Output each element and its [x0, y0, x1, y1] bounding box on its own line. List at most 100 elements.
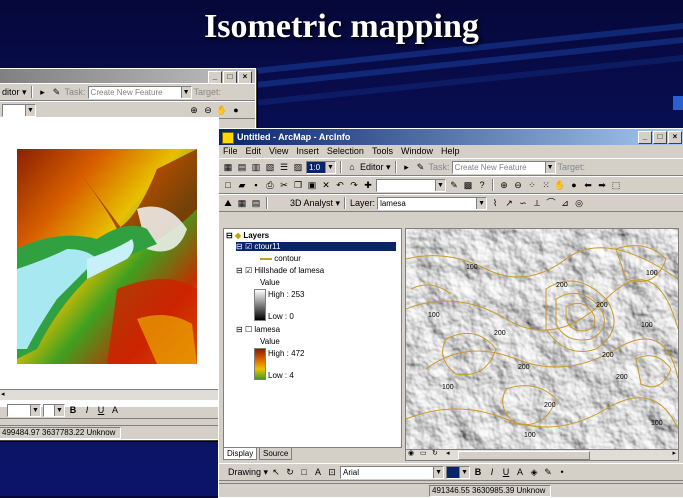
delete-icon[interactable]: ✕ [320, 179, 332, 191]
3d-analyst-menu[interactable]: 3D Analyst ▾ [290, 198, 340, 209]
new-document-icon[interactable]: □ [222, 179, 234, 191]
toc-layer-hillshade[interactable]: ⊟ ☑ Hillshade of lamesa [236, 266, 324, 275]
collapse-icon[interactable]: ⊟ [236, 266, 243, 275]
scroll-left-icon[interactable]: ◂ [1, 390, 5, 398]
print-icon[interactable]: ⎙ [264, 179, 276, 191]
undo-icon[interactable]: ↶ [334, 179, 346, 191]
layout-icon[interactable]: ▤ [236, 161, 248, 173]
menu-edit[interactable]: Edit [246, 145, 262, 158]
scroll-right-icon[interactable]: ▸ [672, 449, 676, 457]
editor-menu[interactable]: Editor ▾ [360, 162, 391, 173]
forward-icon[interactable]: ➡ [596, 179, 608, 191]
redo-icon[interactable]: ↷ [348, 179, 360, 191]
zoom-out-icon[interactable]: ⊖ [202, 104, 214, 116]
collapse-icon[interactable]: ⊟ [236, 242, 243, 251]
menu-selection[interactable]: Selection [327, 145, 364, 158]
font-select[interactable]: Arial ▼ [340, 465, 445, 479]
editor-toolbar-icon[interactable]: ✎ [448, 179, 460, 191]
full-extent-icon[interactable]: ● [568, 179, 580, 191]
left-map-scrollbar[interactable]: ◂ [0, 389, 219, 400]
tab-source[interactable]: Source [259, 447, 293, 460]
layout-view-icon[interactable]: ◉ [408, 449, 414, 457]
close-button[interactable]: × [668, 131, 682, 144]
checkbox-unchecked-icon[interactable]: ☐ [245, 325, 252, 334]
pan-icon[interactable]: ✋ [216, 104, 228, 116]
toc-layer-ctour11[interactable]: ⊟ ☑ ctour11 [236, 242, 396, 251]
editor-icon[interactable]: ⌂ [346, 161, 358, 173]
zoom-select[interactable]: 1:0 ▼ [306, 160, 336, 174]
back-icon[interactable]: ⬅ [582, 179, 594, 191]
zoom-out-icon[interactable]: ⊖ [512, 179, 524, 191]
font-size-select[interactable]: ▼ [446, 465, 471, 479]
task-select[interactable]: Create New Feature ▼ [451, 160, 556, 174]
checkbox-checked-icon[interactable]: ☑ [245, 242, 252, 251]
underline-button[interactable]: U [95, 404, 107, 416]
add-data-icon[interactable]: ✚ [362, 179, 374, 191]
select-elements-icon[interactable]: ↖ [270, 466, 282, 478]
text-color-button[interactable]: A [109, 404, 121, 416]
menu-help[interactable]: Help [441, 145, 460, 158]
menu-insert[interactable]: Insert [296, 145, 319, 158]
create-contours-icon[interactable]: ⌇ [489, 197, 501, 209]
pencil-icon[interactable]: ✎ [415, 161, 427, 173]
toc-layer-lamesa[interactable]: ⊟ ☐ lamesa [236, 325, 280, 334]
zoom-in-icon[interactable]: ⊕ [188, 104, 200, 116]
globe-icon[interactable]: ● [230, 104, 242, 116]
3d-grid-icon[interactable]: ▦ [236, 197, 248, 209]
table-icon[interactable]: ▥ [250, 161, 262, 173]
refresh-icon[interactable]: ↻ [432, 449, 438, 457]
list-icon[interactable]: ☰ [278, 161, 290, 173]
editor-menu[interactable]: ditor ▾ [2, 87, 27, 98]
extent-icon[interactable]: ▨ [292, 161, 304, 173]
collapse-icon[interactable]: ⊟ [236, 325, 243, 334]
font-select[interactable]: ▼ [7, 403, 41, 417]
fixed-zoom-out-icon[interactable]: ⁙ [540, 179, 552, 191]
drawing-menu[interactable]: Drawing ▾ [228, 467, 268, 478]
map-horizontal-scrollbar[interactable]: ◉ ▭ ↻ ◂ ▸ [405, 449, 679, 461]
collapse-icon[interactable]: ⊟ [226, 231, 233, 240]
arctoolbox-icon[interactable]: ▩ [462, 179, 474, 191]
scroll-left-icon[interactable]: ◂ [446, 449, 450, 457]
pencil-icon[interactable]: ✎ [51, 86, 63, 98]
contour-tool-icon[interactable]: ∽ [517, 197, 529, 209]
edit-vertices-icon[interactable]: ⊡ [326, 466, 338, 478]
whats-this-icon[interactable]: ? [476, 179, 488, 191]
marker-color-icon[interactable]: • [556, 466, 568, 478]
3d-layer-icon[interactable]: ▤ [250, 197, 262, 209]
line-color-icon[interactable]: ✎ [542, 466, 554, 478]
open-icon[interactable]: ▰ [236, 179, 248, 191]
task-select[interactable]: Create New Feature ▼ [87, 85, 192, 99]
bold-button[interactable]: B [472, 466, 484, 478]
bold-button[interactable]: B [67, 404, 79, 416]
text-tool-icon[interactable]: A [312, 466, 324, 478]
fill-color-icon[interactable]: ◈ [528, 466, 540, 478]
sketch-tool-icon[interactable]: ▸ [401, 161, 413, 173]
italic-button[interactable]: I [81, 404, 93, 416]
menu-window[interactable]: Window [401, 145, 433, 158]
scale-select[interactable]: ▼ [2, 103, 36, 117]
tab-display[interactable]: Display [223, 447, 258, 460]
grid-icon[interactable]: ▦ [222, 161, 234, 173]
scroll-thumb[interactable] [458, 451, 590, 460]
select-features-icon[interactable]: ⬚ [610, 179, 622, 191]
fixed-zoom-in-icon[interactable]: ⁘ [526, 179, 538, 191]
profile-graph-icon[interactable]: ⊿ [559, 197, 571, 209]
pan-icon[interactable]: ✋ [554, 179, 566, 191]
left-map-area[interactable] [0, 117, 219, 407]
font-size-select[interactable]: ▼ [43, 403, 65, 417]
minimize-button[interactable]: _ [638, 131, 652, 144]
create-steepest-path-icon[interactable]: ↗ [503, 197, 515, 209]
map-view[interactable]: 100 100 100 200 200 200 200 200 100 100 … [405, 228, 679, 450]
rotate-icon[interactable]: ↻ [284, 466, 296, 478]
underline-button[interactable]: U [500, 466, 512, 478]
3d-tool-icon[interactable]: ⛰ [222, 197, 234, 209]
font-color-button[interactable]: A [514, 466, 526, 478]
save-icon[interactable]: ▪ [250, 179, 262, 191]
maximize-button[interactable]: □ [653, 131, 667, 144]
paste-icon[interactable]: ▣ [306, 179, 318, 191]
line-of-sight-icon[interactable]: ⟂ [531, 197, 543, 209]
rectangle-icon[interactable]: □ [298, 466, 310, 478]
data-view-icon[interactable]: ▭ [420, 449, 427, 457]
toc-root[interactable]: ⊟ ◆ Layers [226, 231, 269, 240]
checkbox-checked-icon[interactable]: ☑ [245, 266, 252, 275]
